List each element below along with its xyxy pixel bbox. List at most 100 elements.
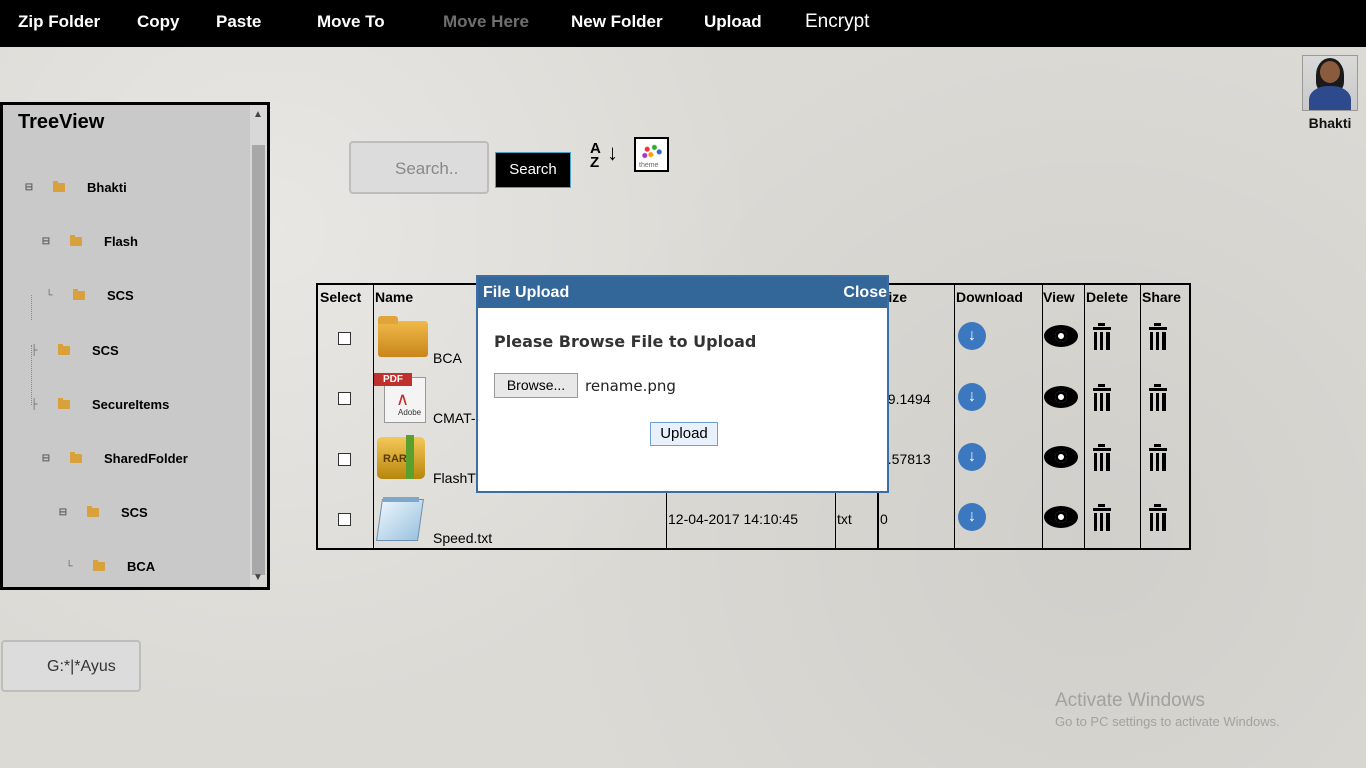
upload-menu-button[interactable]: Upload (704, 12, 762, 32)
tree-node-label: SecureItems (92, 397, 170, 412)
download-icon[interactable]: ↓ (958, 322, 986, 350)
text-file-icon (375, 493, 427, 541)
tree-node-scs[interactable]: ├ SCS (28, 343, 119, 358)
collapse-icon[interactable]: ⊟ (40, 236, 52, 248)
tree-node-label: SCS (121, 505, 148, 520)
tree-branch-icon: └ (45, 289, 53, 301)
dialog-message: Please Browse File to Upload (494, 332, 757, 351)
upload-button[interactable]: Upload (650, 422, 718, 446)
folder-icon (53, 181, 65, 192)
file-size: 0 (880, 511, 888, 527)
avatar[interactable] (1302, 55, 1358, 111)
encrypt-button[interactable]: Encrypt (805, 11, 869, 33)
dialog-header: File Upload Close (478, 277, 887, 308)
tree-node-secureitems[interactable]: ├ SecureItems (28, 397, 169, 412)
collapse-icon[interactable]: ⊟ (23, 182, 35, 194)
row-checkbox[interactable] (338, 392, 351, 405)
tree-node-label: Bhakti (87, 180, 127, 195)
delete-icon[interactable] (1093, 444, 1111, 473)
share-icon[interactable] (1149, 323, 1167, 352)
tree-view-title: TreeView (18, 111, 105, 133)
collapse-icon[interactable]: ⊟ (57, 507, 69, 519)
zip-folder-button[interactable]: Zip Folder (18, 12, 100, 32)
tree-node-bhakti[interactable]: ⊟ Bhakti (23, 180, 127, 195)
search-button[interactable]: Search (495, 152, 571, 188)
download-icon[interactable]: ↓ (958, 383, 986, 411)
row-checkbox[interactable] (338, 513, 351, 526)
file-type: txt (837, 511, 852, 527)
file-name[interactable]: FlashT (433, 470, 476, 486)
header-view: View (1043, 289, 1075, 305)
file-date: 12-04-2017 14:10:45 (668, 511, 798, 527)
view-icon[interactable] (1044, 446, 1078, 468)
tree-node-label: Flash (104, 234, 138, 249)
tree-node-sharedfolder[interactable]: ⊟ SharedFolder (40, 451, 188, 466)
watermark-line-1: Activate Windows (1055, 690, 1205, 711)
folder-icon (73, 289, 85, 300)
view-icon[interactable] (1044, 506, 1078, 528)
move-here-button[interactable]: Move Here (443, 12, 529, 32)
folder-icon (93, 560, 105, 571)
watermark-line-2: Go to PC settings to activate Windows. (1055, 714, 1280, 729)
scroll-up-icon[interactable]: ▲ (253, 109, 263, 120)
folder-icon (58, 398, 70, 409)
collapse-icon[interactable]: ⊟ (40, 453, 52, 465)
tree-node-scs[interactable]: └ SCS (43, 288, 134, 303)
user-name: Bhakti (1308, 115, 1352, 131)
activation-watermark: Activate Windows Go to PC settings to ac… (1055, 690, 1280, 729)
tree-node-bca[interactable]: └ BCA (63, 559, 155, 574)
folder-icon (87, 506, 99, 517)
share-icon[interactable] (1149, 504, 1167, 533)
share-icon[interactable] (1149, 384, 1167, 413)
tree-branch-icon: └ (65, 560, 73, 572)
header-delete: Delete (1086, 289, 1129, 305)
header-select: Select (320, 289, 362, 305)
tree-node-scs[interactable]: ⊟ SCS (57, 505, 148, 520)
folder-icon (70, 452, 82, 463)
header-share: Share (1142, 289, 1181, 305)
download-icon[interactable]: ↓ (958, 443, 986, 471)
rar-archive-icon: RAR (375, 433, 427, 481)
close-button[interactable]: Close (843, 284, 887, 302)
tree-branch-icon: ├ (30, 344, 38, 356)
tree-view-panel: TreeView ⊟ Bhakti ⊟ Flash └ SCS ├ SCS ├ … (0, 102, 270, 590)
folder-icon (58, 344, 70, 355)
tree-node-label: SCS (92, 343, 119, 358)
file-name[interactable]: BCA (433, 350, 462, 366)
copy-button[interactable]: Copy (137, 12, 180, 32)
delete-icon[interactable] (1093, 384, 1111, 413)
user-profile[interactable]: Bhakti (1300, 55, 1360, 131)
top-menu-bar: Zip Folder Copy Paste Move To Move Here … (0, 0, 1366, 47)
delete-icon[interactable] (1093, 323, 1111, 352)
tree-node-flash[interactable]: ⊟ Flash (40, 234, 138, 249)
row-checkbox[interactable] (338, 332, 351, 345)
pdf-file-icon: PDF ∧ Adobe (374, 373, 426, 423)
tree-node-label: SCS (107, 288, 134, 303)
file-upload-dialog: File Upload Close Please Browse File to … (476, 275, 889, 493)
scroll-down-icon[interactable]: ▼ (253, 572, 263, 583)
view-icon[interactable] (1044, 386, 1078, 408)
download-icon[interactable]: ↓ (958, 503, 986, 531)
current-path-input[interactable]: G:*|*Ayus (1, 640, 141, 692)
move-to-button[interactable]: Move To (317, 12, 385, 32)
tree-node-label: SharedFolder (104, 451, 188, 466)
header-download: Download (956, 289, 1023, 305)
dialog-title: File Upload (483, 284, 570, 301)
paste-button[interactable]: Paste (216, 12, 261, 32)
tree-scrollbar[interactable]: ▲ ▼ (250, 105, 267, 587)
new-folder-button[interactable]: New Folder (571, 12, 663, 32)
file-name[interactable]: Speed.txt (433, 530, 492, 546)
delete-icon[interactable] (1093, 504, 1111, 533)
share-icon[interactable] (1149, 444, 1167, 473)
sort-az-icon[interactable]: A Z ↓ (590, 141, 622, 174)
folder-icon (376, 313, 428, 361)
file-name[interactable]: CMAT- (433, 410, 476, 426)
tree-branch-icon: ├ (30, 398, 38, 410)
view-icon[interactable] (1044, 325, 1078, 347)
browse-button[interactable]: Browse... (494, 373, 578, 398)
theme-icon[interactable]: theme (634, 137, 669, 172)
folder-icon (70, 235, 82, 246)
search-input[interactable]: Search.. (349, 141, 489, 194)
scroll-thumb[interactable] (252, 145, 265, 575)
row-checkbox[interactable] (338, 453, 351, 466)
